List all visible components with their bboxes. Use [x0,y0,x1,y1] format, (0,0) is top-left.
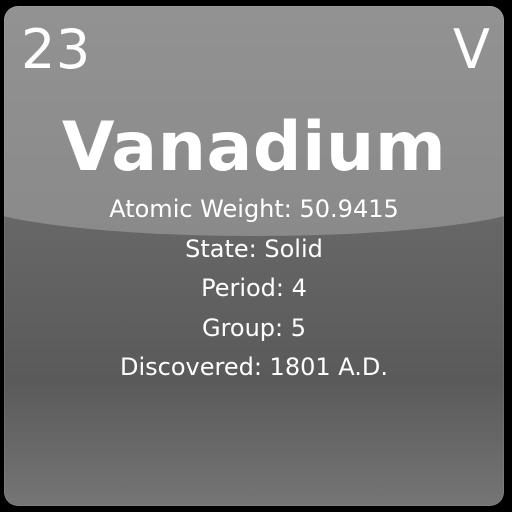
period-text: Period: 4 [201,274,307,302]
element-details: Atomic Weight: 50.9415 State: Solid Peri… [4,190,504,388]
state-text: State: Solid [185,234,323,263]
element-symbol: V [453,18,490,81]
atomic-weight-text: Atomic Weight: 50.9415 [109,195,399,223]
element-tile: 23 V Vanadium Atomic Weight: 50.9415 Sta… [4,6,504,506]
group-text: Group: 5 [201,313,307,342]
atomic-number: 23 [21,18,91,81]
element-name: Vanadium [61,108,447,187]
discovered-text: Discovered: 1801 A.D. [120,353,388,381]
